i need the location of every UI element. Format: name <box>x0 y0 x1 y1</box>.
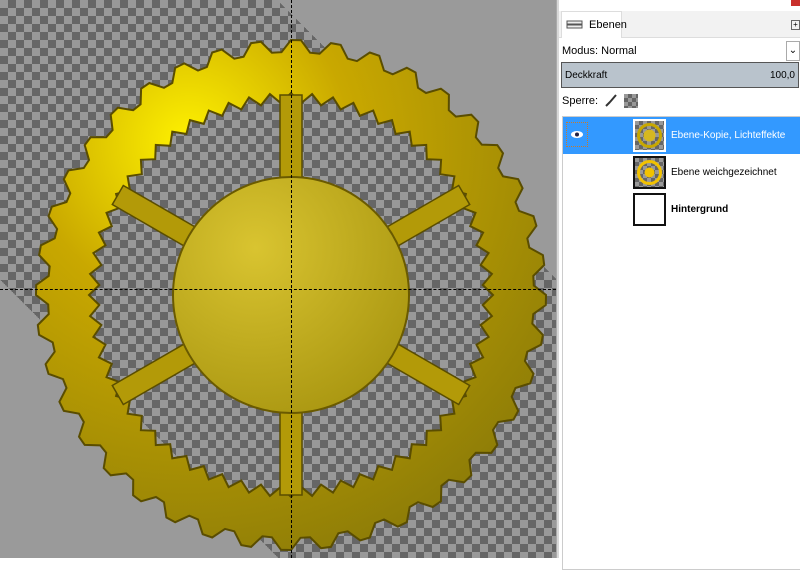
lock-alpha-icon[interactable] <box>624 94 639 108</box>
gear-image <box>34 38 548 552</box>
layer-row[interactable]: Ebene weichgezeichnet <box>563 154 800 191</box>
opacity-slider[interactable]: Deckkraft 100,0 <box>561 62 799 88</box>
layer-row[interactable]: Ebene-Kopie, Lichteffekte <box>563 117 800 154</box>
lock-label: Sperre: <box>562 95 599 107</box>
horizontal-guide <box>0 289 556 290</box>
visibility-eye-icon[interactable] <box>566 122 588 147</box>
layers-list: Ebene-Kopie, Lichteffekte Ebene weichgez… <box>562 116 800 570</box>
layers-panel: Ebenen + Modus: Normal ⌄ Deckkraft 100,0… <box>559 0 800 570</box>
opacity-label: Deckkraft <box>565 69 608 81</box>
mode-select[interactable]: Modus: Normal ⌄ <box>559 40 800 62</box>
layer-thumbnail <box>633 193 666 226</box>
tab-label: Ebenen <box>589 19 627 31</box>
vertical-guide <box>291 0 292 558</box>
layers-icon <box>565 17 585 34</box>
layer-name: Ebene-Kopie, Lichteffekte <box>671 130 786 141</box>
opacity-value: 100,0 <box>769 69 795 81</box>
lock-pixels-icon[interactable] <box>604 93 618 110</box>
layer-thumbnail <box>633 156 666 189</box>
close-button[interactable] <box>791 0 800 6</box>
layer-thumbnail <box>633 119 666 152</box>
tab-menu-button[interactable]: + <box>791 20 800 30</box>
layer-name: Hintergrund <box>671 204 729 215</box>
tab-layers[interactable]: Ebenen <box>561 11 627 38</box>
layer-name: Ebene weichgezeichnet <box>671 167 777 178</box>
chevron-down-icon[interactable]: ⌄ <box>786 41 800 61</box>
layer-row[interactable]: Hintergrund <box>563 191 800 228</box>
mode-label: Modus: Normal <box>562 45 637 57</box>
image-canvas[interactable] <box>0 0 556 558</box>
